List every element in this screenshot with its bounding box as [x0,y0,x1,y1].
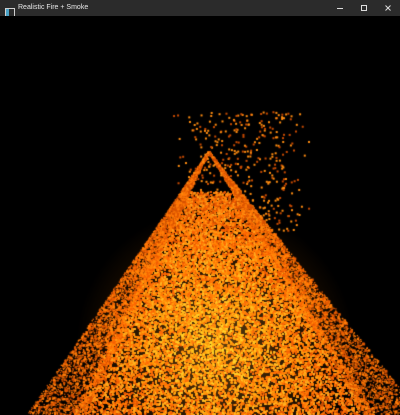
window-title: Realistic Fire + Smoke [18,4,89,11]
close-button[interactable] [376,0,400,16]
maximize-button[interactable] [352,0,376,16]
title-bar[interactable]: Realistic Fire + Smoke [0,0,400,17]
render-canvas-area[interactable] [0,16,400,415]
minimize-button[interactable] [328,0,352,16]
minimize-icon [335,3,345,13]
window-controls [328,0,400,16]
close-icon [383,3,393,13]
application-window: Realistic Fire + Smoke [0,0,400,415]
maximize-icon [359,3,369,13]
fire-particle-canvas[interactable] [0,16,400,415]
window-app-icon [5,4,15,17]
